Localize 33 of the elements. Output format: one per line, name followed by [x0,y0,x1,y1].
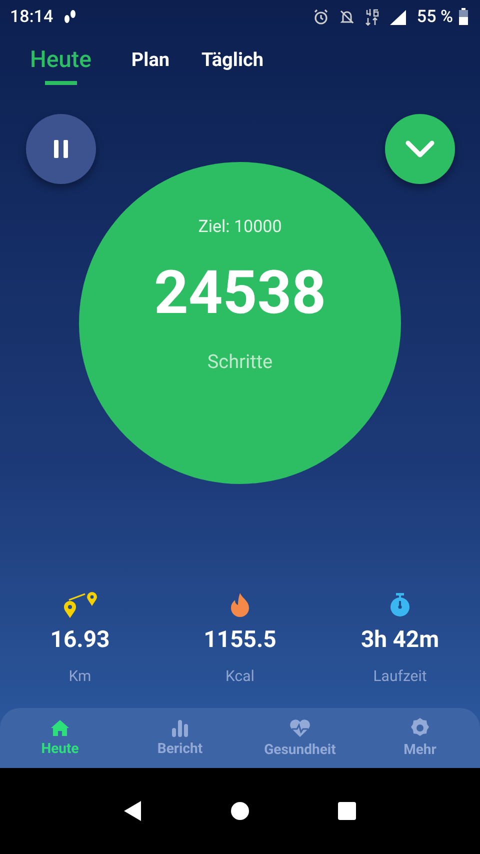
stat-value: 1155.5 [204,626,276,653]
chevron-down-icon [405,140,435,158]
stat-unit: Laufzeit [373,667,427,685]
steps-count: 24538 [154,257,326,328]
tab[interactable]: Plan [125,43,176,91]
home-icon [50,719,70,737]
signal-icon [388,8,407,24]
network-icon [364,8,379,26]
nav-item[interactable]: Bericht [120,708,240,768]
nav-item[interactable]: Mehr [360,708,480,768]
goal-text: Ziel: 10000 [198,217,282,237]
stat-unit: Km [68,667,92,685]
muted-bell-icon [338,8,355,24]
status-time: 18:14 [10,6,54,26]
map-pins-icon [62,590,98,620]
nav-item[interactable]: Gesundheit [240,708,360,768]
stat-value: 3h 42m [360,626,440,653]
home-circle-icon[interactable] [230,801,250,821]
heart-pulse-icon [289,718,311,738]
bar-chart-icon [170,719,190,737]
battery-icon [459,8,468,25]
stat-unit: Kcal [226,667,254,685]
stat-value: 16.93 [50,626,110,653]
pause-icon [52,139,70,159]
tab[interactable]: Täglich [196,43,270,91]
footprints-icon [63,8,78,26]
nav-item[interactable]: Heute [0,708,120,768]
steps-label: Schritte [207,350,273,373]
alarm-icon [312,8,329,24]
battery-text: 55 % [416,6,453,26]
back-icon[interactable] [123,800,144,822]
settings-icon [410,718,430,738]
recents-icon[interactable] [336,801,357,821]
